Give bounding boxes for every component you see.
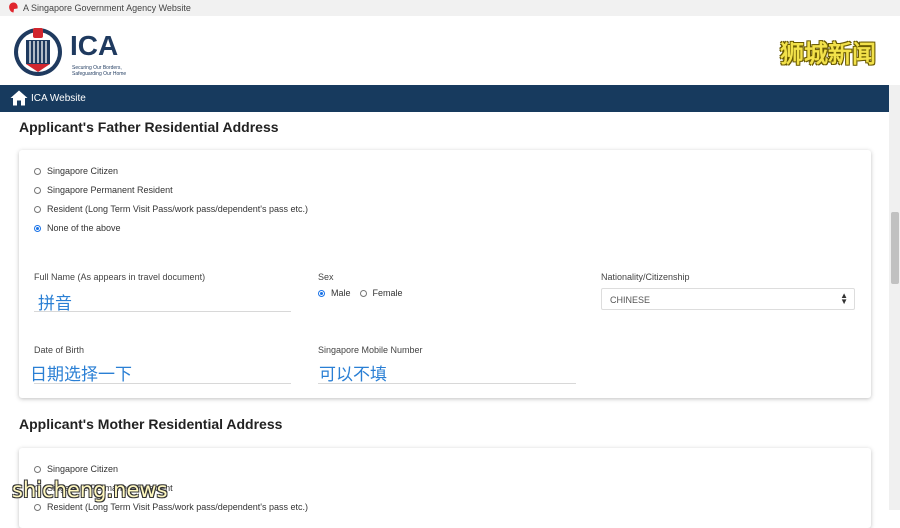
option-label: Resident (Long Term Visit Pass/work pass… [47, 204, 309, 214]
radio-button[interactable] [34, 503, 41, 511]
mother-section-title: Applicant's Mother Residential Address [19, 416, 283, 432]
dob-input[interactable]: 日期选择一下 [30, 360, 132, 385]
mother-option-resident[interactable]: Resident (Long Term Visit Pass/work pass… [34, 502, 308, 512]
option-label: None of the above [47, 223, 121, 233]
father-option-none[interactable]: None of the above [34, 223, 121, 233]
site-header: ICA Securing Our Borders, Safeguarding O… [0, 16, 900, 85]
radio-button[interactable] [34, 167, 41, 175]
ica-logo-text: ICA [70, 30, 119, 61]
father-card: Singapore Citizen Singapore Permanent Re… [19, 150, 871, 398]
radio-button[interactable] [34, 186, 41, 194]
sex-male-label: Male [331, 288, 351, 298]
option-label: Singapore Permanent Resident [47, 185, 173, 195]
dob-label: Date of Birth [34, 345, 85, 355]
mobile-label: Singapore Mobile Number [318, 345, 423, 355]
mobile-underline [318, 383, 576, 384]
radio-button-selected[interactable] [318, 289, 325, 297]
scrollbar-track[interactable] [889, 85, 900, 510]
dob-underline [34, 383, 291, 384]
nationality-label: Nationality/Citizenship [601, 272, 690, 282]
sex-male-option[interactable]: Male [318, 288, 351, 298]
scrollbar-thumb[interactable] [891, 212, 899, 284]
full-name-underline [34, 311, 291, 312]
gov-banner: A Singapore Government Agency Website [0, 0, 900, 16]
radio-button[interactable] [34, 205, 41, 213]
radio-button[interactable] [359, 289, 367, 297]
watermark-top: 狮城新闻 [780, 40, 876, 68]
home-icon[interactable] [10, 90, 28, 106]
radio-button-selected[interactable] [34, 224, 41, 232]
navbar: ICA Website [0, 85, 889, 112]
father-section-title: Applicant's Father Residential Address [19, 119, 279, 135]
nationality-value: CHINESE [610, 295, 651, 305]
full-name-label: Full Name (As appears in travel document… [34, 272, 206, 282]
option-label: Singapore Citizen [47, 464, 119, 474]
nationality-select[interactable]: CHINESE ▲ ▼ [601, 288, 855, 310]
select-arrows-icon: ▲ ▼ [840, 291, 848, 306]
mobile-input[interactable]: 可以不填 [319, 360, 387, 385]
mother-option-citizen[interactable]: Singapore Citizen [34, 464, 118, 474]
father-option-pr[interactable]: Singapore Permanent Resident [34, 185, 173, 195]
option-label: Resident (Long Term Visit Pass/work pass… [47, 502, 309, 512]
watermark-bottom: shicheng.news [12, 478, 168, 502]
radio-button[interactable] [34, 465, 41, 473]
ica-crest-logo[interactable] [12, 22, 64, 78]
lion-head-icon [9, 2, 18, 13]
gov-banner-text: A Singapore Government Agency Website [23, 3, 191, 13]
ica-website-link[interactable]: ICA Website [31, 93, 86, 104]
father-option-resident[interactable]: Resident (Long Term Visit Pass/work pass… [34, 204, 308, 214]
sex-female-label: Female [372, 288, 403, 298]
logo-tagline: Securing Our Borders, Safeguarding Our H… [72, 65, 126, 77]
father-option-citizen[interactable]: Singapore Citizen [34, 166, 118, 176]
sex-female-option[interactable]: Female [359, 288, 403, 298]
option-label: Singapore Citizen [47, 166, 119, 176]
tagline-line-2: Safeguarding Our Home [72, 71, 127, 77]
sex-label: Sex [318, 272, 334, 282]
sex-radio-group: Male Female [318, 288, 412, 298]
